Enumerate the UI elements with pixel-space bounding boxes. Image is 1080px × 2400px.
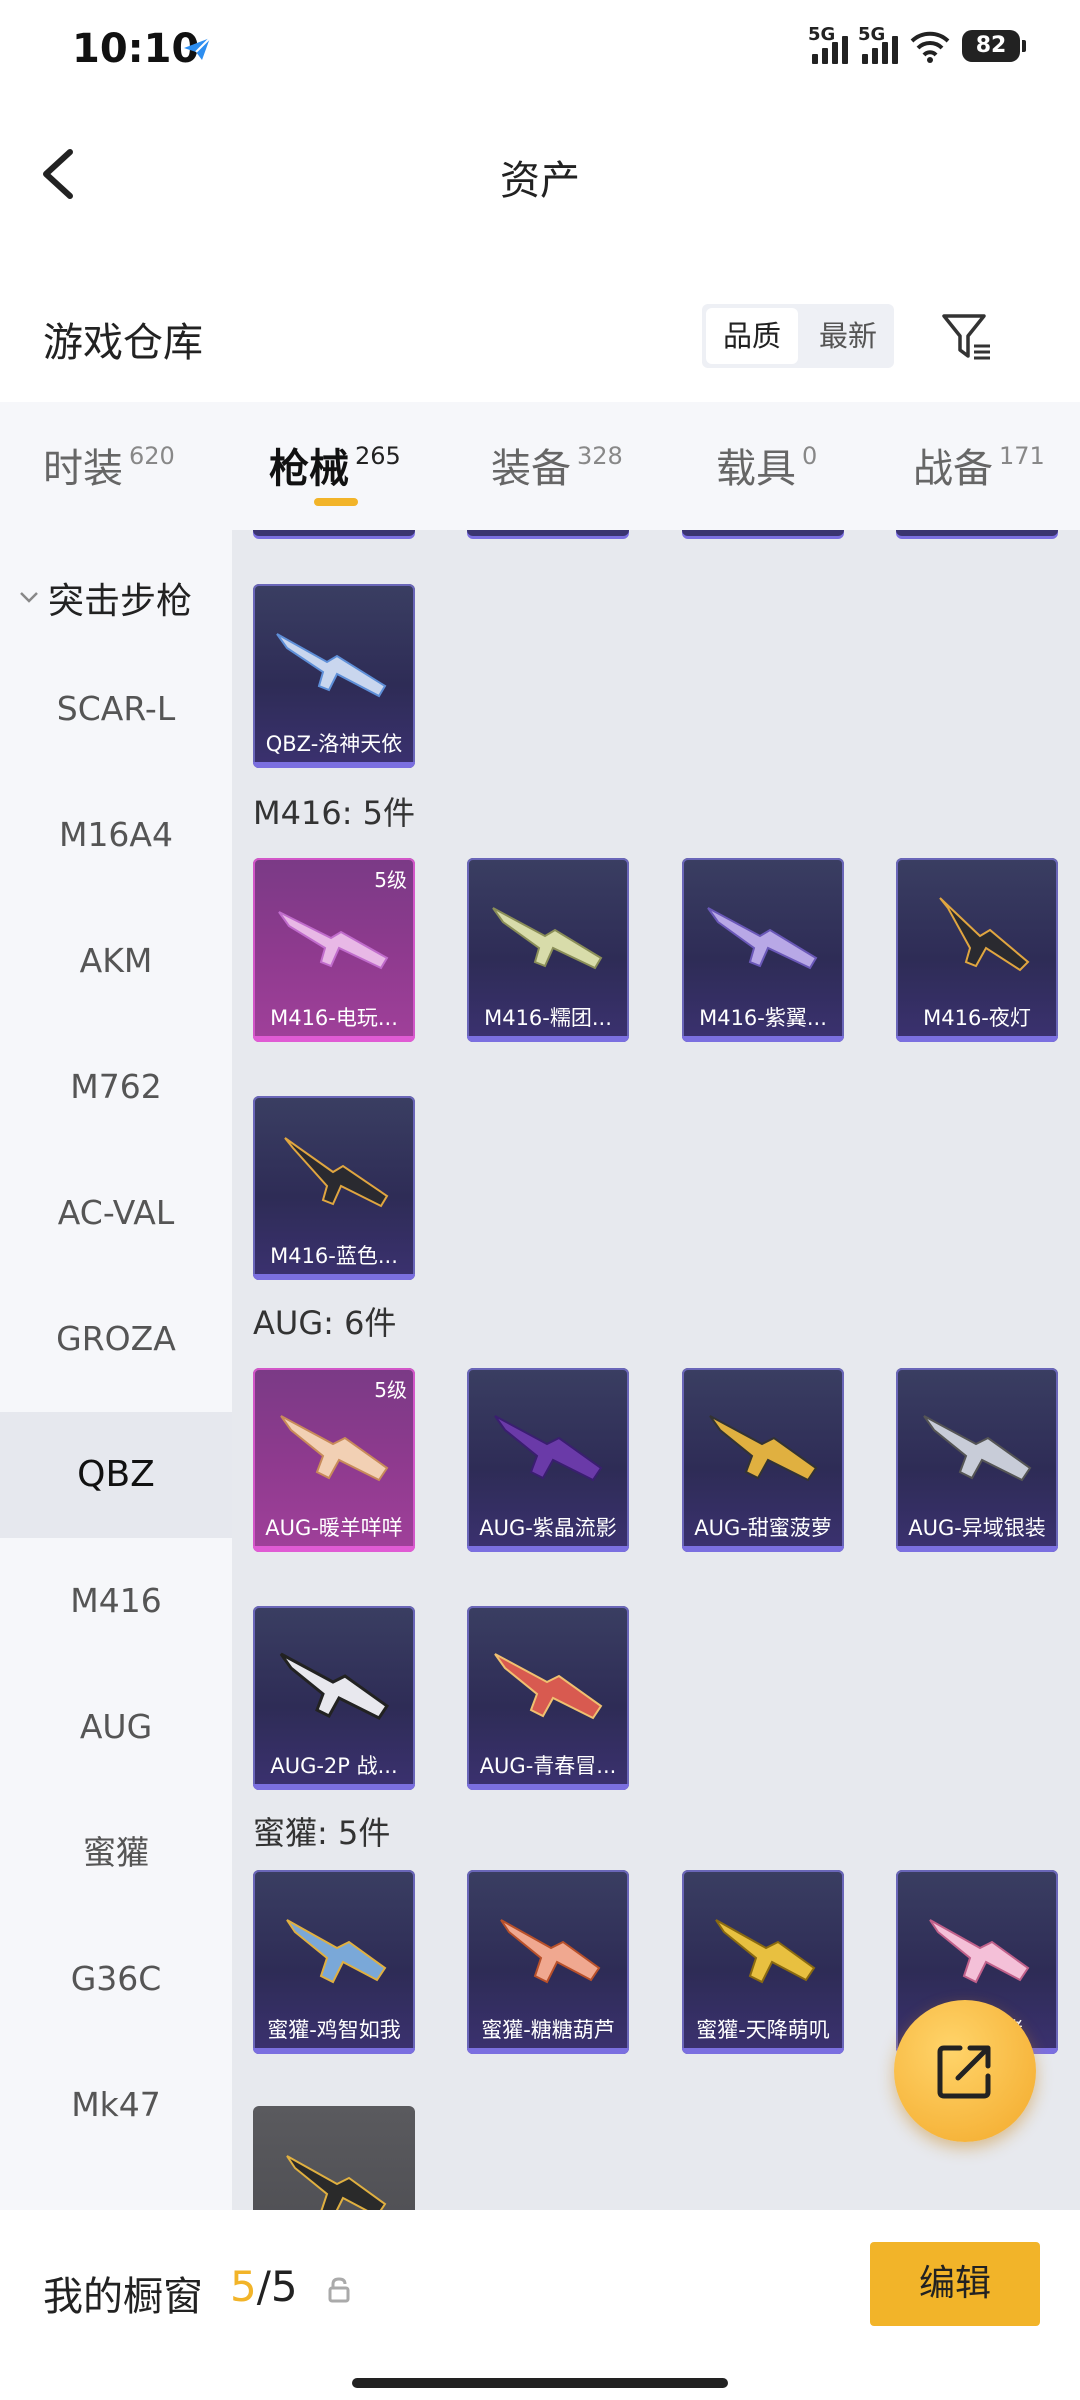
top-nav: 资产 [0, 100, 1080, 250]
wifi-icon [910, 31, 950, 63]
tab-fashion[interactable]: 时装 620 [43, 436, 175, 494]
sidebar-item-ac-val[interactable]: AC-VAL [0, 1150, 232, 1276]
skin-card[interactable]: M416-蓝色... [253, 1096, 415, 1280]
skin-card[interactable]: M416-紫翼... [682, 858, 844, 1042]
clipped-card [253, 530, 415, 536]
sidebar-item-m762[interactable]: M762 [0, 1024, 232, 1150]
sidebar-item-m16a4[interactable]: M16A4 [0, 772, 232, 898]
tab-active-indicator [314, 498, 358, 506]
skin-grid: QBZ-洛神天依 M416: 5件 5级 M416-电玩... M416-糯团.… [232, 530, 1080, 2210]
sort-quality-button[interactable]: 品质 [706, 308, 798, 364]
sidebar-item-m416[interactable]: M416 [0, 1538, 232, 1664]
status-time: 10:10 [72, 26, 200, 72]
signal-icon: 5G [808, 24, 848, 64]
rifle-icon [276, 633, 387, 698]
sidebar-item-qbz[interactable]: QBZ [0, 1412, 232, 1538]
rifle-icon [494, 1415, 603, 1482]
skin-card[interactable]: QBZ-洛神天依 [253, 584, 415, 768]
tab-firearms[interactable]: 枪械 265 [269, 436, 401, 494]
rifle-icon [707, 907, 818, 970]
share-external-icon [937, 2045, 991, 2099]
skin-card[interactable]: AUG-2P 战... [253, 1606, 415, 1790]
tab-equipment[interactable]: 装备 328 [491, 436, 623, 494]
category-tabs: 时装 620 枪械 265 装备 328 载具 0 战备 171 [0, 402, 1080, 530]
tab-supplies[interactable]: 战备 171 [913, 436, 1045, 494]
rifle-icon [923, 1415, 1032, 1482]
status-bar: 10:10 5G 5G 82 [0, 0, 1080, 100]
lock-icon [328, 2277, 350, 2303]
rifle-icon [939, 897, 1030, 972]
skin-card[interactable]: 5级 AUG-暖羊咩咩 [253, 1368, 415, 1552]
chevron-down-icon [20, 592, 38, 603]
sidebar-item-mk47[interactable]: Mk47 [0, 2042, 232, 2168]
skin-card[interactable]: M416-糯团... [467, 858, 629, 1042]
smg-icon [500, 1919, 601, 1984]
showcase-count: 5/5 [230, 2262, 298, 2311]
showcase-label: 我的橱窗 [43, 2274, 203, 2320]
page-title: 资产 [500, 158, 580, 204]
skin-card[interactable]: AUG-紫晶流影 [467, 1368, 629, 1552]
sidebar-item-scar-l[interactable]: SCAR-L [0, 646, 232, 772]
clipped-card [896, 530, 1058, 536]
status-icons: 5G 5G 82 [808, 24, 1026, 64]
paper-plane-icon [184, 37, 211, 60]
sidebar-item-groza[interactable]: GROZA [0, 1276, 232, 1402]
skin-card[interactable]: 5级 M416-电玩... [253, 858, 415, 1042]
sort-toggle: 品质 最新 [702, 304, 894, 368]
signal-icon-2: 5G [858, 24, 898, 64]
group-header-m416: M416: 5件 [253, 794, 416, 832]
rifle-icon [284, 1137, 389, 1208]
rifle-icon [494, 1653, 603, 1720]
share-fab-button[interactable] [894, 2000, 1036, 2142]
sidebar-item-akm[interactable]: AKM [0, 898, 232, 1024]
skin-card[interactable]: 蜜獾-鸡智如我 [253, 1870, 415, 2054]
warehouse-bar: 游戏仓库 品质 最新 [0, 290, 1080, 390]
showcase-bar: 我的橱窗 5/5 编辑 [0, 2210, 1080, 2400]
clipped-card [682, 530, 844, 536]
rifle-icon [492, 907, 603, 970]
skin-card[interactable]: AUG-异域银装 [896, 1368, 1058, 1552]
tab-vehicles[interactable]: 载具 0 [716, 436, 817, 494]
weapon-sidebar: 突击步枪 SCAR-L M16A4 AKM M762 AC-VAL GROZA … [0, 530, 232, 2210]
home-indicator [352, 2378, 728, 2388]
edit-button[interactable]: 编辑 [870, 2242, 1040, 2326]
section-title: 游戏仓库 [43, 320, 203, 366]
group-header-aug: AUG: 6件 [253, 1304, 397, 1342]
rifle-icon [278, 911, 389, 970]
sidebar-group-assault-rifles[interactable]: 突击步枪 [18, 572, 192, 624]
clipped-card [467, 530, 629, 536]
rifle-icon [280, 1415, 389, 1482]
rifle-icon [709, 1415, 818, 1482]
filter-icon[interactable] [940, 310, 994, 364]
sidebar-item-aug[interactable]: AUG [0, 1664, 232, 1790]
sort-newest-button[interactable]: 最新 [802, 304, 894, 368]
skin-card[interactable]: M416-夜灯 [896, 858, 1058, 1042]
skin-card[interactable]: AUG-青春冒... [467, 1606, 629, 1790]
group-header-honey-badger: 蜜獾: 5件 [253, 1814, 391, 1852]
smg-icon [286, 1919, 387, 1984]
rifle-icon [279, 1652, 390, 1720]
battery-indicator: 82 [962, 30, 1026, 62]
smg-icon [715, 1919, 816, 1984]
sidebar-item-g36c[interactable]: G36C [0, 1916, 232, 2042]
skin-card[interactable]: 蜜獾-天降萌叽 [682, 1870, 844, 2054]
skin-card[interactable] [253, 2106, 415, 2210]
smg-icon [286, 2155, 387, 2210]
smg-icon [929, 1919, 1030, 1984]
sidebar-item-honey-badger[interactable]: 蜜獾 [0, 1790, 232, 1916]
skin-card[interactable]: AUG-甜蜜菠萝 [682, 1368, 844, 1552]
skin-card[interactable]: 蜜獾-糖糖葫芦 [467, 1870, 629, 2054]
